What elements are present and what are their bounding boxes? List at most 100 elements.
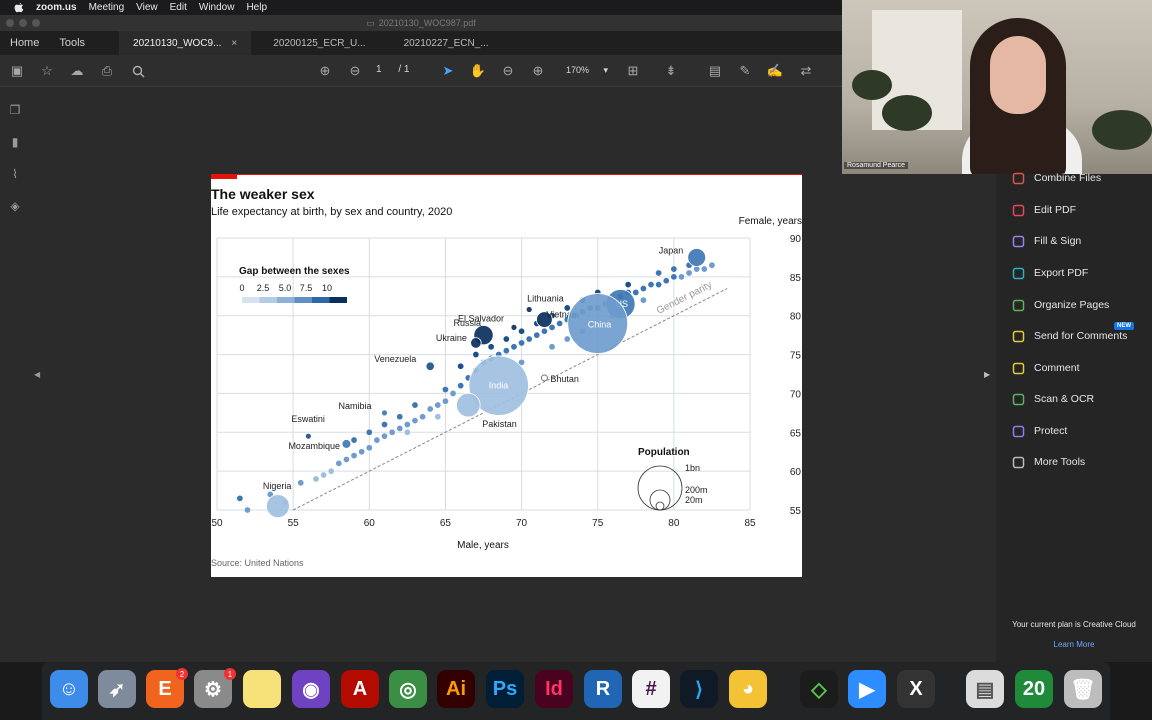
dock-vs-code-icon[interactable]: ⟩: [680, 670, 718, 708]
dock-finder-icon[interactable]: ☺: [50, 670, 88, 708]
country-point: [708, 261, 716, 269]
tools-nav[interactable]: Tools: [49, 37, 95, 49]
zoom-out-icon[interactable]: ⊖: [500, 63, 516, 79]
menu-view[interactable]: View: [136, 2, 158, 13]
previous-page-icon[interactable]: ⊕: [317, 63, 333, 79]
dock-r-icon[interactable]: R: [584, 670, 622, 708]
select-cursor-icon[interactable]: ➤: [440, 63, 456, 79]
tool-organize[interactable]: Organize Pages: [996, 295, 1152, 315]
country-point: [525, 335, 533, 343]
dock-xquartz-icon[interactable]: X: [897, 670, 935, 708]
page-number-field[interactable]: 1 / 1: [376, 64, 409, 75]
menu-window[interactable]: Window: [199, 2, 235, 13]
zoom-window-button[interactable]: [32, 19, 40, 27]
country-label: Pakistan: [482, 419, 517, 429]
sign-icon[interactable]: ✍: [767, 63, 783, 79]
dock-trash-icon[interactable]: 🗑: [1064, 670, 1102, 708]
dock-zoom-icon[interactable]: ▶: [848, 670, 886, 708]
dock-photoshop-icon[interactable]: Ps: [486, 670, 524, 708]
country-point: [518, 339, 526, 347]
dock-launchpad-icon[interactable]: ➶: [98, 670, 136, 708]
tool-fill-sign[interactable]: Fill & Sign: [996, 231, 1152, 251]
country-point: [396, 413, 404, 421]
tool-more-tools[interactable]: More Tools: [996, 452, 1152, 472]
home-nav[interactable]: Home: [0, 37, 49, 49]
dock-cyberduck-icon[interactable]: ◕: [729, 670, 767, 708]
menubar-app-name[interactable]: zoom.us: [36, 2, 77, 13]
gap-legend-title: Gap between the sexes: [239, 266, 350, 277]
tool-combine[interactable]: Combine Files: [996, 168, 1152, 188]
menu-help[interactable]: Help: [246, 2, 267, 13]
country-bubble: [525, 306, 533, 313]
collapse-left-panel-icon[interactable]: ◀: [34, 370, 40, 379]
apple-icon[interactable]: [12, 1, 26, 15]
tool-export[interactable]: Export PDF: [996, 263, 1152, 283]
country-label: Ukraine: [436, 333, 467, 343]
print-icon[interactable]: ⎙: [99, 63, 115, 79]
country-point: [670, 265, 678, 273]
zoom-level-field[interactable]: 170% ▾: [566, 65, 608, 76]
comment-icon[interactable]: ▤: [707, 63, 723, 79]
country-bubble: [470, 337, 482, 349]
dock-chrome-icon[interactable]: ◎: [389, 670, 427, 708]
country-point: [670, 273, 678, 281]
attachment-icon[interactable]: ⌇: [8, 167, 22, 181]
population-legend-circle: [637, 465, 683, 511]
country-bubble: [687, 248, 707, 267]
tab-document-2[interactable]: 20200125_ECR_U...: [259, 31, 379, 55]
country-point: [540, 327, 548, 335]
tool-send-comments[interactable]: Send for Comments: [996, 326, 1152, 346]
dock-acrobat-icon[interactable]: A: [341, 670, 379, 708]
expand-panel-icon[interactable]: ▶: [984, 370, 990, 379]
tool-protect[interactable]: Protect: [996, 421, 1152, 441]
layers-icon[interactable]: ◈: [8, 199, 22, 213]
tool-edit-pdf[interactable]: Edit PDF: [996, 200, 1152, 220]
tool-scan[interactable]: Scan & OCR: [996, 389, 1152, 409]
close-window-button[interactable]: [6, 19, 14, 27]
tool-label: More Tools: [1034, 456, 1086, 468]
menu-edit[interactable]: Edit: [170, 2, 187, 13]
dock-slack-icon[interactable]: #: [632, 670, 670, 708]
close-tab-icon[interactable]: ×: [231, 38, 237, 49]
next-page-icon[interactable]: ⊖: [347, 63, 363, 79]
scroll-mode-icon[interactable]: ⇟: [663, 63, 679, 79]
country-point: [548, 343, 556, 351]
dock-kite-icon[interactable]: ◇: [800, 670, 838, 708]
country-point: [441, 397, 449, 405]
bookmark-star-icon[interactable]: ☆: [39, 63, 55, 79]
more-tools-icon[interactable]: ⇄: [798, 63, 814, 79]
country-point: [365, 428, 373, 436]
cloud-upload-icon[interactable]: ☁: [69, 63, 85, 79]
highlight-pen-icon[interactable]: ✎: [737, 63, 753, 79]
dock-calendar-icon[interactable]: 20: [1015, 670, 1053, 708]
search-icon[interactable]: [130, 63, 146, 79]
bookmark-icon[interactable]: ▮: [8, 135, 22, 149]
export-icon: [1010, 265, 1026, 281]
page-thumbnails-icon[interactable]: ❐: [8, 103, 22, 117]
hand-tool-icon[interactable]: ✋: [470, 63, 486, 79]
dock-github-desktop-icon[interactable]: ◉: [292, 670, 330, 708]
menu-meeting[interactable]: Meeting: [89, 2, 125, 13]
tab-document-1[interactable]: 20210130_WOC9... ×: [119, 31, 252, 55]
minimize-window-button[interactable]: [19, 19, 27, 27]
x-tick-label: 55: [288, 518, 300, 529]
dock-illustrator-icon[interactable]: Ai: [437, 670, 475, 708]
dock-indesign-icon[interactable]: Id: [535, 670, 573, 708]
zoom-in-icon[interactable]: ⊕: [530, 63, 546, 79]
dock-notes-icon[interactable]: [243, 670, 281, 708]
page-display-icon[interactable]: ⊞: [625, 63, 641, 79]
save-icon[interactable]: ▣: [9, 63, 25, 79]
country-label: China: [588, 319, 612, 329]
country-label: Japan: [659, 245, 684, 255]
y-tick-label: 85: [790, 273, 802, 284]
country-point: [487, 343, 495, 351]
learn-more-link[interactable]: Learn More: [996, 640, 1152, 649]
tab-document-3[interactable]: 20210227_ECN_...: [390, 31, 503, 55]
country-point: [700, 265, 708, 273]
current-page[interactable]: 1: [376, 64, 382, 75]
tool-comment[interactable]: Comment: [996, 358, 1152, 378]
country-label: Russia: [454, 318, 482, 328]
right-panel: ▶ NEW Your current plan is Creative Clou…: [842, 172, 1152, 662]
dock-preview-icon[interactable]: ▤: [966, 670, 1004, 708]
tab-label: 20210227_ECN_...: [403, 37, 489, 49]
